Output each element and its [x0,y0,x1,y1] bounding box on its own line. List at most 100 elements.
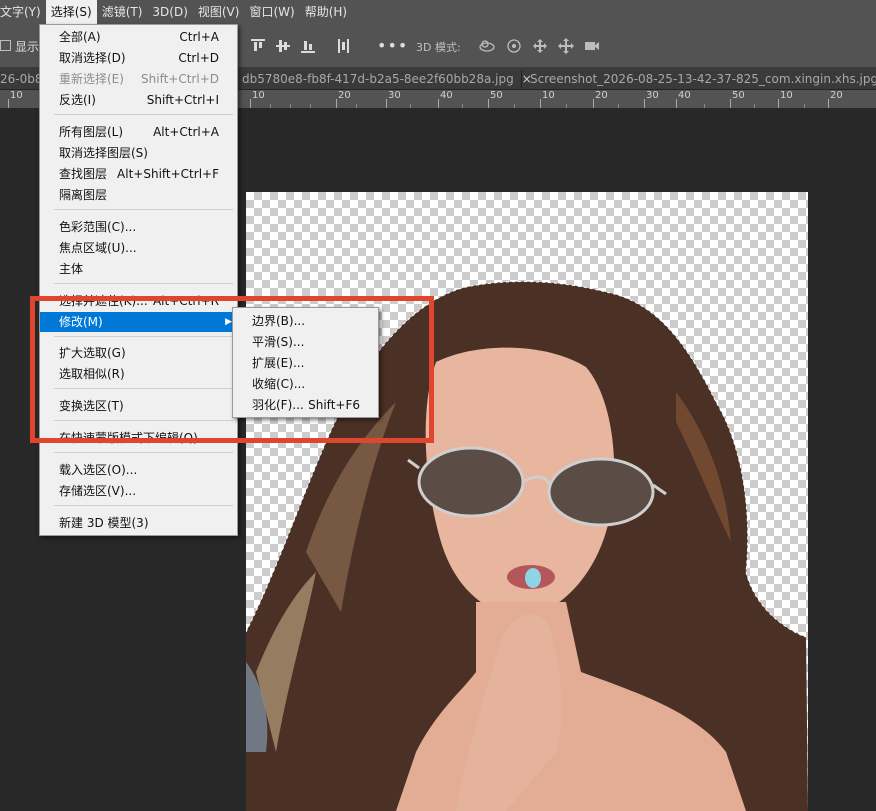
menu-item-grow[interactable]: 扩大选取(G) [40,343,237,363]
roll-3d-icon[interactable] [505,37,523,55]
orbit-3d-icon[interactable] [478,37,496,55]
menu-view[interactable]: 视图(V) [193,0,245,24]
show-checkbox[interactable] [0,40,11,51]
menu-item-label: 修改(M) [59,315,103,329]
menu-item-label: 取消选择图层(S) [59,146,148,160]
menu-item-select-and-mask[interactable]: 选择并遮住(K)... Alt+Ctrl+R [40,291,237,311]
menu-item-label: 全部(A) [59,30,101,44]
ruler-label: 40 [440,90,453,101]
menu-separator [54,114,233,115]
menu-item-subject[interactable]: 主体 [40,259,237,279]
menu-type[interactable]: 文字(Y) [0,0,46,24]
submenu-item-border[interactable]: 边界(B)... [233,311,378,332]
menu-item-label: 主体 [59,262,84,276]
ruler-label: 10 [542,90,555,101]
menu-item-label: 取消选择(D) [59,51,126,65]
submenu-item-smooth[interactable]: 平滑(S)... [233,332,378,353]
menu-item-label: 新建 3D 模型(3) [59,516,149,530]
menu-item-label: 焦点区域(U)... [59,241,137,255]
menu-help[interactable]: 帮助(H) [300,0,352,24]
document-canvas[interactable] [246,192,808,811]
submenu-item-label: 扩展(E)... [252,356,305,370]
pan-3d-icon[interactable] [531,37,549,55]
menu-item-label: 所有图层(L) [59,125,124,139]
menu-item-load-selection[interactable]: 载入选区(O)... [40,460,237,480]
menu-item-focus-area[interactable]: 焦点区域(U)... [40,238,237,258]
menu-item-shortcut: Shift+Ctrl+I [146,93,219,107]
menu-separator [54,388,233,389]
menu-separator [54,505,233,506]
menu-item-label: 重新选择(E) [59,72,124,86]
3d-mode-label: 3D 模式: [416,41,461,54]
ruler-label: 20 [595,90,608,101]
slide-3d-icon[interactable] [557,37,575,55]
distribute-icon[interactable] [335,38,351,54]
menu-item-new-3d-model[interactable]: 新建 3D 模型(3) [40,513,237,533]
menu-item-quick-mask[interactable]: 在快速蒙版模式下编辑(Q) [40,428,237,448]
submenu-item-label: 边界(B)... [252,314,306,328]
more-options-icon[interactable]: ••• [377,36,408,55]
menu-item-reselect: 重新选择(E) Shift+Ctrl+D [40,69,237,89]
menu-item-label: 选取相似(R) [59,367,125,381]
ruler-label: 30 [646,90,659,101]
menu-item-label: 扩大选取(G) [59,346,126,360]
menu-item-label: 反选(I) [59,93,96,107]
submenu-item-label: 羽化(F)... [252,398,304,412]
menu-item-deselect[interactable]: 取消选择(D) Ctrl+D [40,48,237,68]
modify-submenu: 边界(B)... 平滑(S)... 扩展(E)... 收缩(C)... 羽化(F… [232,307,379,418]
align-bottom-icon[interactable] [300,38,316,54]
select-menu-dropdown: 全部(A) Ctrl+A 取消选择(D) Ctrl+D 重新选择(E) Shift+C… [39,24,238,536]
tab-doc-3[interactable]: Screenshot_2026-08-25-13-42-37-825_com.x… [526,68,876,90]
menu-item-save-selection[interactable]: 存储选区(V)... [40,481,237,501]
ruler-label: 20 [338,90,351,101]
menu-item-similar[interactable]: 选取相似(R) [40,364,237,384]
ruler-label: 40 [678,90,691,101]
menu-item-inverse[interactable]: 反选(I) Shift+Ctrl+I [40,90,237,110]
menu-item-label: 色彩范围(C)... [59,220,137,234]
menu-item-modify[interactable]: 修改(M) ▶ [40,312,237,332]
menu-separator [54,452,233,453]
menu-item-deselect-layers[interactable]: 取消选择图层(S) [40,143,237,163]
ruler-label: 20 [830,90,843,101]
menu-item-label: 选择并遮住(K)... [59,294,148,308]
ruler-label: 10 [10,90,23,101]
menu-bar: 文字(Y) 选择(S) 滤镜(T) 3D(D) 视图(V) 窗口(W) 帮助(H… [0,0,876,24]
menu-item-label: 查找图层 [59,167,108,181]
align-top-icon[interactable] [250,38,266,54]
menu-window[interactable]: 窗口(W) [244,0,299,24]
menu-item-shortcut: Alt+Ctrl+R [152,294,219,308]
ruler-label: 10 [780,90,793,101]
menu-select[interactable]: 选择(S) [45,0,97,24]
menu-item-shortcut: Alt+Shift+Ctrl+F [117,167,219,181]
submenu-item-contract[interactable]: 收缩(C)... [233,374,378,395]
submenu-arrow-icon: ▶ [225,317,232,327]
menu-item-shortcut: Shift+Ctrl+D [141,72,219,86]
ruler-label: 50 [490,90,503,101]
menu-separator [54,283,233,284]
menu-separator [54,209,233,210]
menu-item-label: 载入选区(O)... [59,463,138,477]
camera-3d-icon[interactable] [583,37,601,55]
submenu-item-expand[interactable]: 扩展(E)... [233,353,378,374]
menu-item-select-all[interactable]: 全部(A) Ctrl+A [40,27,237,47]
menu-item-label: 在快速蒙版模式下编辑(Q) [59,431,198,445]
menu-separator [54,420,233,421]
submenu-item-feather[interactable]: 羽化(F)... Shift+F6 [233,395,378,416]
menu-item-all-layers[interactable]: 所有图层(L) Alt+Ctrl+A [40,122,237,142]
menu-3d[interactable]: 3D(D) [147,0,192,24]
menu-item-color-range[interactable]: 色彩范围(C)... [40,217,237,237]
menu-item-find-layers[interactable]: 查找图层 Alt+Shift+Ctrl+F [40,164,237,184]
menu-item-label: 存储选区(V)... [59,484,137,498]
menu-item-shortcut: Alt+Ctrl+A [153,125,219,139]
show-label: 显示 [15,40,40,54]
menu-item-label: 隔离图层 [59,188,108,202]
align-vcenter-icon[interactable] [275,38,291,54]
subject-image [246,281,808,811]
menu-item-transform-selection[interactable]: 变换选区(T) [40,396,237,416]
menu-filter[interactable]: 滤镜(T) [97,0,148,24]
ruler-label: 50 [732,90,745,101]
tab-doc-2[interactable]: db5780e8-fb8f-417d-b2a5-8ee2f60bb28a.jpg… [238,68,532,90]
ruler-label: 10 [252,90,265,101]
submenu-item-shortcut: Shift+F6 [308,398,360,412]
menu-item-isolate-layers[interactable]: 隔离图层 [40,185,237,205]
